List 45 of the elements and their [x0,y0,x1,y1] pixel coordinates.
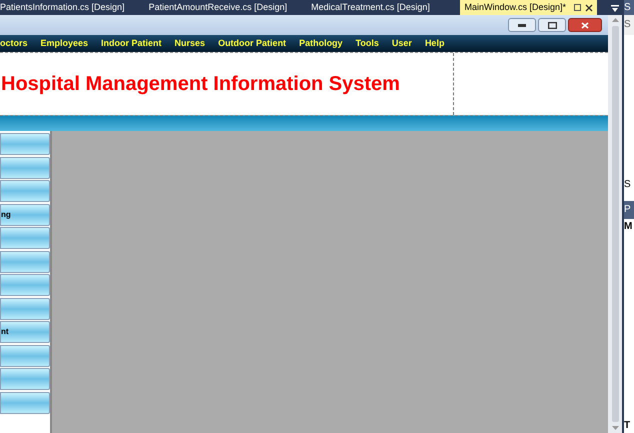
sidebar-button[interactable] [0,298,50,320]
menu-item[interactable]: Outdoor Patient [218,36,286,50]
scroll-up-icon[interactable] [612,18,618,22]
document-tab[interactable]: MainWindow.cs [Design]* [460,0,597,15]
menu-item[interactable]: Help [424,36,444,50]
scroll-thumb[interactable] [612,26,618,422]
menu-item[interactable]: Employees [40,36,88,50]
menu-item[interactable]: Indoor Patient [101,36,162,50]
menu-item[interactable]: Tools [356,36,379,50]
close-icon[interactable] [585,4,593,12]
sidebar-button[interactable]: ng [0,204,50,226]
menu-item[interactable]: Nurses [174,36,206,50]
panel-text: T [624,419,632,433]
menu-item[interactable]: User [392,36,412,50]
scroll-down-icon[interactable] [612,426,618,430]
maximize-button[interactable] [538,18,566,32]
sidebar-button[interactable] [0,250,50,272]
minimize-button[interactable] [508,18,536,32]
maximize-icon [548,22,556,28]
pin-icon[interactable] [574,4,581,11]
document-tab[interactable]: PatientAmountReceive.cs [Design] [136,0,300,15]
document-tab[interactable]: PatientsInformation.cs [Design] [0,0,137,15]
menu-item[interactable]: Pathology [299,36,343,50]
vertical-scrollbar[interactable] [608,15,622,433]
header-title: Hospital Management Information System [1,72,400,97]
panel-text: S [624,178,632,192]
sidebar-button[interactable] [0,274,50,296]
minimize-icon [518,24,526,26]
panel-text: S [624,15,634,35]
panel-title: S [624,0,634,15]
document-tab[interactable]: MedicalTreatment.cs [Design] [299,0,442,15]
panel-header: P [624,201,634,219]
sidebar-button[interactable] [0,344,50,366]
sidebar-button[interactable] [0,368,50,390]
close-button[interactable] [568,18,602,32]
sidebar-button[interactable] [0,227,50,249]
sidebar-button[interactable]: nt [0,321,50,343]
close-icon [581,22,589,28]
panel-text: M [624,220,634,234]
sidebar-button[interactable] [0,133,50,155]
sidebar-button[interactable] [0,180,50,202]
sidebar-button[interactable] [0,392,50,414]
sidebar-button[interactable] [0,156,50,178]
menu-item[interactable]: octors [0,36,28,50]
dropdown-icon[interactable] [611,5,619,12]
